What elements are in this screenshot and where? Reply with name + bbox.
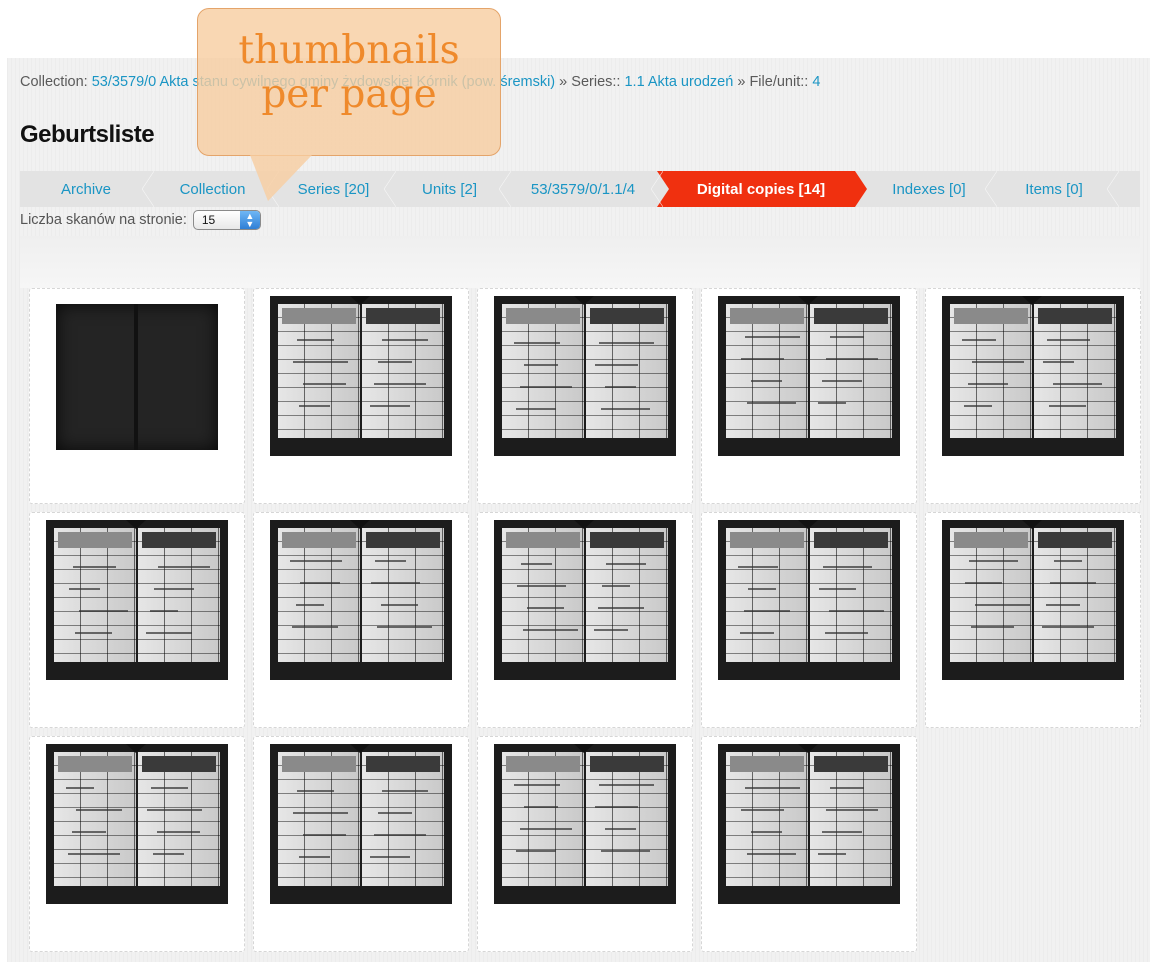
thumbnail-card[interactable] bbox=[701, 736, 917, 952]
page-title: Geburtsliste bbox=[20, 121, 155, 148]
thumbnail-card[interactable] bbox=[29, 288, 245, 504]
tab-bar: Archive Collection Series [20] Units [2]… bbox=[20, 171, 1140, 207]
content-panel: Collection: 53/3579/0 Akta stanu cywilne… bbox=[7, 58, 1150, 962]
thumbnail-header-band bbox=[20, 236, 1140, 288]
scan-thumbnail-image bbox=[942, 296, 1124, 456]
thumbnail-card[interactable] bbox=[253, 736, 469, 952]
scan-thumbnail-image bbox=[46, 744, 228, 904]
breadcrumb-file-link[interactable]: 4 bbox=[812, 74, 820, 90]
scan-thumbnail-image bbox=[494, 520, 676, 680]
callout-pointer bbox=[250, 155, 312, 201]
breadcrumb-file-label: File/unit:: bbox=[749, 74, 809, 90]
thumbnail-card[interactable] bbox=[477, 288, 693, 504]
thumbnail-card[interactable] bbox=[925, 512, 1141, 728]
breadcrumb-series-label: Series:: bbox=[571, 74, 621, 90]
per-page-value: 15 bbox=[201, 213, 216, 227]
thumbnail-card[interactable] bbox=[253, 288, 469, 504]
tab-archive[interactable]: Archive bbox=[20, 171, 154, 207]
thumbnail-card[interactable] bbox=[701, 288, 917, 504]
scan-thumbnail-image bbox=[942, 520, 1124, 680]
thumbnail-card[interactable] bbox=[477, 736, 693, 952]
tab-units[interactable]: Units [2] bbox=[390, 171, 511, 207]
scan-thumbnail-image bbox=[494, 296, 676, 456]
thumbnail-card[interactable] bbox=[29, 512, 245, 728]
breadcrumb-separator: » bbox=[737, 74, 746, 90]
scan-thumbnail-image bbox=[494, 744, 676, 904]
breadcrumb-series-link[interactable]: 1.1 Akta urodzeń bbox=[624, 74, 733, 90]
thumbnail-card[interactable] bbox=[925, 288, 1141, 504]
thumbnail-grid bbox=[29, 288, 1141, 952]
scan-thumbnail-image bbox=[718, 296, 900, 456]
per-page-select[interactable]: 15 ▲ ▼ bbox=[192, 210, 261, 230]
thumbnail-card[interactable] bbox=[253, 512, 469, 728]
thumbnail-card[interactable] bbox=[477, 512, 693, 728]
scan-thumbnail-image bbox=[270, 296, 452, 456]
select-arrows-icon: ▲ ▼ bbox=[239, 211, 260, 229]
tab-file-unit[interactable]: 53/3579/0/1.1/4 bbox=[505, 171, 663, 207]
breadcrumb-separator: » bbox=[559, 74, 568, 90]
scan-thumbnail-image bbox=[718, 744, 900, 904]
breadcrumb-collection-label: Collection: bbox=[20, 74, 88, 90]
tab-indexes[interactable]: Indexes [0] bbox=[863, 171, 997, 207]
tab-digital-copies[interactable]: Digital copies [14] bbox=[657, 171, 867, 207]
thumbnail-card[interactable] bbox=[29, 736, 245, 952]
per-page-label: Liczba skanów na stronie: bbox=[20, 212, 187, 228]
scan-thumbnail-image bbox=[46, 296, 228, 456]
scan-thumbnail-image bbox=[270, 520, 452, 680]
per-page-control: Liczba skanów na stronie: 15 ▲ ▼ bbox=[20, 210, 261, 230]
callout-line-1: thumbnails bbox=[238, 28, 460, 73]
thumbnail-card[interactable] bbox=[701, 512, 917, 728]
scan-thumbnail-image bbox=[718, 520, 900, 680]
callout-line-2: per page bbox=[261, 72, 437, 117]
tab-items[interactable]: Items [0] bbox=[991, 171, 1119, 207]
scan-thumbnail-image bbox=[270, 744, 452, 904]
scan-thumbnail-image bbox=[46, 520, 228, 680]
annotation-callout: thumbnails per page bbox=[197, 8, 501, 156]
